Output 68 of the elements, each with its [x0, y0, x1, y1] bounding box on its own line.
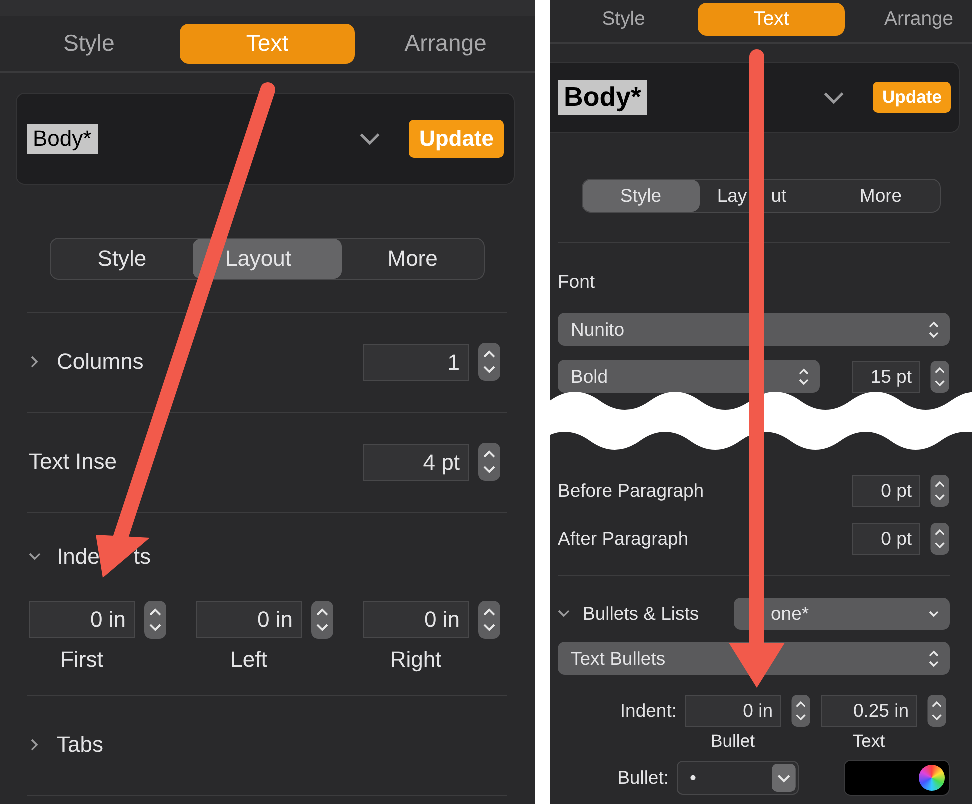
popup-value: Bold — [571, 366, 608, 388]
segment-tab[interactable]: Style — [51, 238, 194, 279]
number-field[interactable]: 0 pt — [852, 474, 920, 507]
row-label: Columns — [57, 349, 144, 376]
color-wheel-icon[interactable] — [919, 765, 945, 792]
dropdown-value: • — [690, 767, 698, 790]
popup-menu[interactable]: Text Bullets — [558, 642, 950, 676]
stepper[interactable] — [477, 600, 502, 639]
tab[interactable]: Style — [550, 3, 698, 36]
paragraph-style-name[interactable]: Body* — [558, 80, 648, 116]
chevron-down-icon[interactable] — [359, 132, 382, 146]
number-field[interactable]: 15 pt — [852, 360, 920, 393]
chevron-down-icon[interactable] — [823, 90, 846, 105]
tab[interactable]: Style — [1, 24, 177, 64]
number-field[interactable]: 0 in — [29, 601, 135, 638]
row-label: Text Inse — [29, 449, 118, 476]
popup-menu[interactable]: Nunito — [558, 313, 950, 346]
row-label: Indent: — [619, 699, 678, 724]
popup-value: Nunito — [571, 318, 624, 341]
stepper[interactable] — [477, 343, 502, 382]
tab[interactable]: Arrange — [358, 24, 534, 64]
section-heading: Inde — [57, 544, 100, 570]
up-down-icon — [928, 320, 940, 340]
row-label: Bullets & Lists — [583, 603, 700, 626]
disclosure-icon[interactable] — [29, 739, 41, 752]
chevron-down-icon — [772, 764, 796, 792]
dropdown-value: one* — [771, 603, 810, 626]
number-field[interactable]: 0 in — [685, 695, 781, 728]
field-caption: Bullet — [710, 731, 756, 752]
field-caption: Left — [230, 646, 268, 673]
stepper[interactable] — [143, 600, 168, 639]
dropdown-menu[interactable]: one* — [734, 598, 950, 630]
disclosure-icon[interactable] — [29, 550, 41, 563]
row-label: Bullet: — [616, 766, 670, 790]
number-field[interactable]: 4 pt — [363, 444, 469, 481]
tab[interactable]: Arrange — [845, 3, 972, 36]
row-label: Tabs — [57, 732, 104, 758]
row-label: Before Paragraph — [558, 480, 704, 502]
stepper[interactable] — [477, 443, 502, 482]
paragraph-style-name[interactable]: Body* — [27, 124, 98, 154]
number-field[interactable]: 0 in — [196, 601, 302, 638]
number-field[interactable]: 0 pt — [852, 523, 920, 556]
stepper[interactable] — [930, 523, 950, 556]
field-caption: Right — [389, 646, 443, 673]
segment-tab[interactable]: More — [342, 238, 484, 279]
segment-tab[interactable]: More — [822, 180, 940, 212]
field-caption: Text — [852, 731, 886, 752]
up-down-icon — [798, 366, 810, 387]
bullet-dropdown[interactable]: • — [677, 761, 799, 796]
popup-menu[interactable]: Bold — [558, 360, 820, 394]
stepper[interactable] — [927, 695, 947, 728]
segment-tab[interactable]: Lay ut — [700, 180, 822, 212]
number-field[interactable]: 0.25 in — [821, 695, 917, 728]
stepper[interactable] — [791, 695, 811, 728]
disclosure-icon[interactable] — [29, 356, 41, 368]
row-label: After Paragraph — [558, 528, 689, 550]
popup-value: Text Bullets — [571, 648, 666, 670]
stepper[interactable] — [930, 474, 950, 507]
number-field[interactable]: 0 in — [363, 601, 469, 638]
number-field[interactable]: 1 — [363, 344, 469, 381]
segment-tab[interactable]: Style — [582, 180, 700, 212]
section-heading: Font — [558, 271, 596, 292]
stepper[interactable] — [930, 360, 950, 393]
color-well[interactable] — [844, 760, 950, 796]
up-down-icon — [928, 648, 940, 669]
stepper[interactable] — [310, 600, 335, 639]
section-heading: ts — [134, 544, 151, 570]
field-caption: First — [60, 646, 104, 673]
